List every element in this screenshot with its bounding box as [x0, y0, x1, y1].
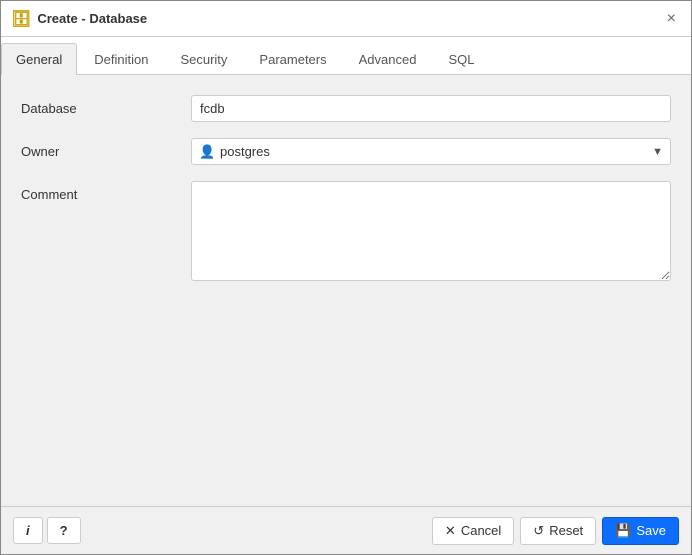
tab-definition[interactable]: Definition: [79, 43, 163, 75]
database-input[interactable]: [191, 95, 671, 122]
footer-right: ✕ Cancel ↺ Reset 💾 Save: [432, 517, 679, 545]
tab-sql[interactable]: SQL: [433, 43, 489, 75]
tab-bar: General Definition Security Parameters A…: [1, 37, 691, 75]
owner-field-wrapper: 👤 postgres ▼: [191, 138, 671, 165]
cancel-icon: ✕: [445, 523, 456, 539]
database-label: Database: [21, 95, 191, 116]
help-label: ?: [60, 523, 68, 538]
info-label: i: [26, 523, 30, 538]
create-database-dialog: 🗄 Create - Database × General Definition…: [0, 0, 692, 555]
reset-icon: ↺: [533, 523, 544, 539]
cancel-label: Cancel: [461, 523, 501, 538]
save-button[interactable]: 💾 Save: [602, 517, 679, 545]
owner-label: Owner: [21, 138, 191, 159]
comment-field-wrapper: [191, 181, 671, 284]
owner-select-wrapper: 👤 postgres ▼: [191, 138, 671, 165]
help-button[interactable]: ?: [47, 517, 81, 544]
tab-general[interactable]: General: [1, 43, 77, 75]
tab-security[interactable]: Security: [165, 43, 242, 75]
info-button[interactable]: i: [13, 517, 43, 544]
cancel-button[interactable]: ✕ Cancel: [432, 517, 514, 545]
database-icon: 🗄: [11, 9, 31, 29]
reset-label: Reset: [549, 523, 583, 538]
tab-parameters[interactable]: Parameters: [244, 43, 341, 75]
database-field-wrapper: [191, 95, 671, 122]
reset-button[interactable]: ↺ Reset: [520, 517, 596, 545]
owner-row: Owner 👤 postgres ▼: [21, 138, 671, 165]
footer-left: i ?: [13, 517, 81, 544]
dialog-body: Database Owner 👤 postgres ▼ Comment: [1, 75, 691, 506]
save-icon: 💾: [615, 523, 631, 539]
dialog-footer: i ? ✕ Cancel ↺ Reset 💾 Save: [1, 506, 691, 554]
database-row: Database: [21, 95, 671, 122]
dialog-titlebar: 🗄 Create - Database ×: [1, 1, 691, 37]
tab-advanced[interactable]: Advanced: [344, 43, 432, 75]
dialog-title: 🗄 Create - Database: [11, 9, 147, 29]
save-label: Save: [636, 523, 666, 538]
dialog-title-text: Create - Database: [37, 11, 147, 26]
close-button[interactable]: ×: [662, 9, 681, 29]
comment-label: Comment: [21, 181, 191, 202]
owner-select[interactable]: postgres: [191, 138, 671, 165]
comment-textarea[interactable]: [191, 181, 671, 281]
comment-row: Comment: [21, 181, 671, 284]
